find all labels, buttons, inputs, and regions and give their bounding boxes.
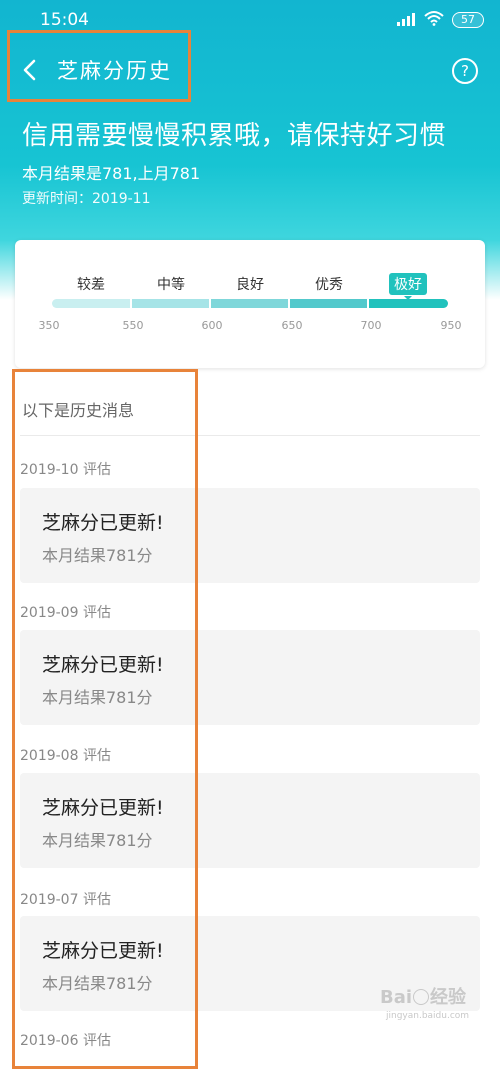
- scale-tick: 650: [281, 319, 303, 332]
- battery-icon: 57: [452, 12, 484, 28]
- level-label-active: 极好: [389, 273, 427, 300]
- scale-tick: 550: [122, 319, 144, 332]
- scale-segment-active: [369, 299, 448, 308]
- history-highlight-box: [12, 369, 198, 1069]
- title-highlight-box: [7, 30, 191, 102]
- score-result: 本月结果是781,上月781: [22, 164, 201, 183]
- scale-segment: [290, 299, 367, 308]
- level-label: 中等: [157, 277, 185, 293]
- level-label: 较差: [77, 277, 105, 293]
- scale-tick: 950: [440, 319, 462, 332]
- watermark-url: jingyan.baidu.com: [386, 1011, 470, 1021]
- watermark-logo-text: Bai: [380, 987, 413, 1008]
- scale-tick: 700: [360, 319, 382, 332]
- help-icon[interactable]: ?: [452, 58, 478, 84]
- baidu-jingyan-watermark: Bai 经验 jingyan.baidu.com: [380, 983, 492, 1033]
- scale-segment: [211, 299, 288, 308]
- status-time: 15:04: [40, 10, 89, 30]
- level-label: 良好: [236, 277, 264, 293]
- scale-tick: 600: [201, 319, 223, 332]
- scale-segment: [52, 299, 130, 308]
- paw-icon: [413, 989, 430, 1005]
- wifi-icon: [424, 11, 444, 26]
- level-label: 优秀: [315, 277, 343, 293]
- update-time: 更新时间：2019-11: [22, 191, 151, 207]
- headline: 信用需要慢慢积累哦，请保持好习惯: [22, 121, 447, 151]
- watermark-logo-tail: 经验: [430, 987, 467, 1008]
- signal-icon: [397, 12, 419, 26]
- score-scale-card: 较差 中等 良好 优秀 极好 350 550 600 650 700 950: [15, 240, 485, 368]
- scale-tick: 350: [38, 319, 60, 332]
- scale-segment: [132, 299, 209, 308]
